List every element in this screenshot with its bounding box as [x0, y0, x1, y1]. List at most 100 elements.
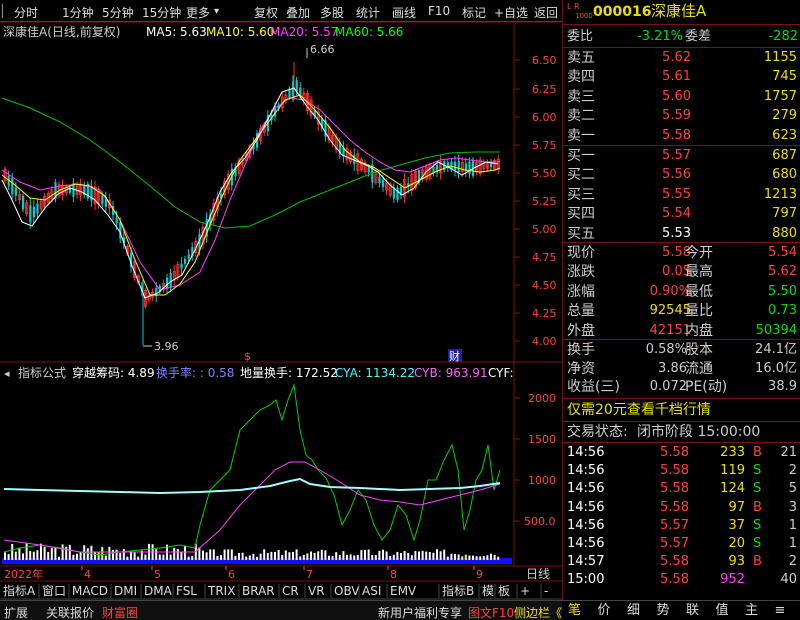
volume-bar	[335, 552, 338, 560]
tick-price: 5.58	[660, 499, 689, 515]
book-volume: 1213	[763, 186, 797, 202]
tick-direction: B	[753, 499, 762, 515]
toolbar-item-fuquan[interactable]: 复权	[254, 4, 278, 21]
footer-related-quote[interactable]: 关联报价	[46, 604, 94, 620]
price-tick-575: 5.75	[532, 139, 557, 152]
side-tab-3[interactable]: 势	[657, 604, 670, 617]
book-price[interactable]: 5.60	[643, 90, 691, 103]
indicator-tab-14[interactable]: 模	[482, 584, 494, 598]
indicator-tab-12[interactable]: EMV	[390, 584, 417, 598]
side-tab-5[interactable]: 值	[716, 604, 729, 617]
toolbar-item-15min[interactable]: 15分钟	[142, 4, 181, 21]
volume-bar	[432, 552, 435, 560]
book-volume: 623	[772, 127, 797, 143]
side-tab-6[interactable]: 主	[745, 604, 758, 617]
volume-bar	[72, 554, 75, 560]
candle-body	[490, 163, 493, 168]
tick-direction: S	[753, 536, 762, 551]
indicator-tab-9[interactable]: VR	[308, 584, 325, 598]
indicator-tab-0[interactable]: 指标A	[3, 583, 36, 598]
candle-body	[11, 177, 14, 195]
footer-sidebar-toggle[interactable]: 侧边栏《	[514, 604, 562, 620]
volume-bar	[295, 549, 298, 560]
finance-marker-icon[interactable]: 财	[449, 349, 460, 363]
toolbar-item-biaoji[interactable]: 标记	[462, 4, 486, 21]
toolbar-item-1min[interactable]: 1分钟	[62, 4, 94, 21]
toolbar-item-diejia[interactable]: 叠加	[286, 4, 310, 21]
indicator-collapse-icon[interactable]: ◂	[4, 367, 10, 380]
toolbar-item-fenshi[interactable]: 分时	[14, 4, 38, 21]
book-price[interactable]: 5.56	[643, 168, 691, 181]
side-tabs: 笔 价 细 势 联 值 主 ≡	[562, 600, 800, 620]
indicator-tab-4[interactable]: DMA	[144, 584, 173, 598]
quote-label: 最低	[685, 283, 713, 300]
footer-promo[interactable]: 新用户福利专享	[378, 604, 462, 620]
book-price[interactable]: 5.61	[643, 70, 691, 83]
indicator-tab-13[interactable]: 指标B	[442, 583, 474, 598]
indicator-tab-6[interactable]: TRIX	[207, 584, 235, 598]
fund-value: 16.0亿	[755, 360, 797, 376]
volume-bar	[486, 555, 489, 560]
book-price[interactable]: 5.53	[643, 227, 691, 240]
volume-bar	[317, 551, 320, 560]
book-label: 买一	[567, 148, 595, 164]
footer-f10[interactable]: 图文F10	[468, 604, 514, 620]
toolbar-item-5min[interactable]: 5分钟	[102, 4, 134, 21]
volume-bar	[382, 549, 384, 560]
indicator-tab-16[interactable]: +	[520, 584, 530, 598]
indicator-tab-7[interactable]: BRAR	[242, 584, 275, 598]
indicator-tab-10[interactable]: OBV	[334, 584, 360, 598]
indicator-tab-1[interactable]: 窗口	[42, 584, 66, 598]
book-volume: 880	[772, 225, 797, 241]
volume-bar	[396, 551, 399, 560]
indicator-value-2: 换手率: : 0.58	[156, 365, 234, 380]
level2-promo[interactable]: 仅需20元查看千档行情	[567, 403, 711, 417]
book-price[interactable]: 5.58	[643, 129, 691, 142]
side-tab-2[interactable]: 细	[627, 604, 640, 617]
indicator-tab-17[interactable]: -	[544, 584, 548, 598]
indicator-tab-5[interactable]: FSL	[176, 584, 197, 598]
volume-bar	[11, 543, 14, 560]
volume-bar	[79, 552, 82, 560]
ma5-legend: MA5: 5.63	[146, 25, 207, 39]
indicator-tab-8[interactable]: CR	[282, 584, 299, 598]
ma10-legend: MA10: 5.60	[206, 25, 274, 39]
volume-bar	[270, 551, 273, 560]
kline-chart[interactable]: 深康佳A(日线,前复权) MA5: 5.63 MA10: 5.60 MA20: …	[0, 22, 562, 620]
quote-value: 5.58	[662, 245, 691, 260]
tick-direction: B	[753, 445, 762, 460]
indicator-tab-3[interactable]: DMI	[114, 584, 137, 598]
toolbar-item-more[interactable]: 更多	[186, 4, 210, 21]
toolbar-item-tongji[interactable]: 统计	[356, 4, 380, 21]
quote-label: 内盘	[685, 322, 713, 339]
footer-expand[interactable]: 扩展	[4, 604, 28, 620]
toolbar-item-duogu[interactable]: 多股	[320, 4, 344, 21]
side-tab-1[interactable]: 价	[598, 604, 611, 617]
side-tab-4[interactable]: 联	[686, 604, 699, 617]
indicator-tab-11[interactable]: ASI	[362, 584, 381, 598]
book-price[interactable]: 5.62	[643, 51, 691, 64]
toolbar-item-f10[interactable]: F10	[428, 4, 450, 18]
toolbar-item-zixuan[interactable]: +自选	[494, 4, 528, 21]
period-daily-label[interactable]: 日线	[526, 567, 550, 581]
volume-bar	[216, 556, 219, 560]
indicator-tab-15[interactable]: 板	[498, 584, 510, 598]
tick-price: 5.58	[660, 463, 689, 479]
book-price[interactable]: 5.55	[643, 188, 691, 201]
dividend-marker-icon[interactable]: $	[244, 350, 251, 363]
toolbar-item-huaxian[interactable]: 画线	[392, 4, 416, 21]
indicator-tab-2[interactable]: MACD	[72, 584, 108, 598]
book-price[interactable]: 5.59	[643, 109, 691, 122]
book-price[interactable]: 5.54	[643, 207, 691, 220]
candle-body	[378, 176, 381, 184]
side-tab-7[interactable]: ≡	[775, 604, 786, 617]
indicator-title[interactable]: 指标公式	[18, 365, 66, 380]
volume-bar	[191, 556, 194, 560]
volume-bar	[241, 552, 244, 560]
book-price[interactable]: 5.57	[643, 149, 691, 162]
volume-bar	[306, 553, 309, 560]
side-tab-0[interactable]: 笔	[568, 604, 581, 617]
chevron-down-icon[interactable]: ▾	[214, 6, 219, 17]
toolbar-item-back[interactable]: 返回	[534, 4, 558, 21]
footer-wealth-circle[interactable]: 财富圈	[102, 604, 138, 620]
